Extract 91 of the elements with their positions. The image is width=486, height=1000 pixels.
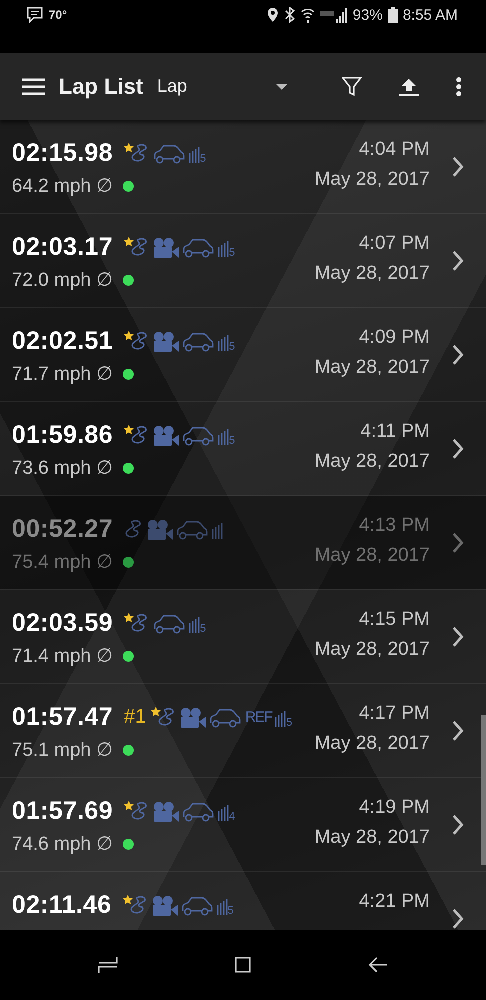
signal-bars-icon	[212, 520, 224, 538]
upload-icon	[399, 78, 420, 96]
chevron-icon	[452, 344, 464, 366]
lap-time: 02:03.59	[12, 609, 114, 638]
chevron-icon	[452, 908, 464, 930]
temperature: 70°	[49, 8, 68, 22]
signal-bars-icon	[218, 238, 230, 256]
car-icon	[153, 613, 186, 634]
average-speed: 72.0 mph ∅	[12, 269, 114, 292]
signal-count: 5	[229, 246, 236, 258]
lap-clock-time: 4:07 PM	[359, 233, 430, 255]
lap-clock-time: 4:09 PM	[359, 327, 430, 349]
signal-count: 5	[228, 904, 234, 916]
chevron-icon	[452, 626, 464, 648]
signal-bars-icon	[189, 144, 200, 162]
lap-date: May 28, 2017	[314, 639, 430, 661]
lap-date: May 28, 2017	[314, 263, 430, 285]
chevron-icon	[452, 438, 464, 460]
car-icon	[180, 895, 214, 916]
lap-time: 01:57.69	[12, 797, 114, 826]
chevron-icon	[452, 250, 464, 272]
signal-bars-icon	[218, 802, 230, 820]
battery-percent: 93%	[352, 6, 383, 24]
lap-time: 02:02.51	[12, 327, 114, 356]
lap-clock-time: 4:17 PM	[359, 703, 430, 725]
car-icon	[182, 331, 216, 352]
filter-icon	[342, 76, 362, 96]
wifi-icon	[300, 7, 315, 23]
lap-time: 02:03.17	[12, 233, 114, 262]
signal-bars-icon	[275, 708, 286, 726]
signal-count: 5	[229, 340, 236, 352]
car-icon	[182, 237, 216, 258]
rank-label: #1	[124, 706, 146, 729]
lap-date: May 28, 2017	[314, 357, 430, 379]
lap-clock-time: 4:21 PM	[359, 891, 430, 913]
lap-date: May 28, 2017	[314, 169, 430, 191]
signal-bars-icon	[216, 896, 228, 914]
back-icon	[368, 955, 388, 975]
location-icon	[266, 7, 279, 23]
average-speed: 71.7 mph ∅	[12, 363, 114, 386]
lap-date: May 28, 2017	[314, 545, 430, 567]
car-icon	[182, 425, 216, 446]
average-speed: 75.4 mph ∅	[12, 551, 114, 574]
signal-count: 5	[200, 152, 206, 164]
lap-time: 01:57.47	[12, 703, 114, 732]
message-icon	[26, 6, 44, 24]
caret-icon	[276, 84, 288, 90]
average-speed: 73.6 mph ∅	[12, 457, 114, 480]
lap-date: May 28, 2017	[314, 733, 430, 755]
car-icon	[182, 801, 216, 822]
signal-bars-icon	[218, 332, 230, 350]
clock: 8:55 AM	[402, 6, 458, 24]
average-speed: 74.6 mph ∅	[12, 833, 114, 856]
chevron-icon	[452, 156, 464, 178]
signal-bars-icon	[189, 614, 200, 632]
lap-clock-time: 4:04 PM	[359, 139, 430, 161]
cell-signal-icon	[320, 7, 348, 23]
lap-time: 01:59.86	[12, 421, 114, 450]
lap-date: May 28, 2017	[314, 827, 430, 849]
car-icon	[176, 519, 210, 540]
car-icon	[153, 143, 186, 164]
menu-icon	[22, 78, 44, 96]
lap-time: 02:15.98	[12, 139, 114, 168]
recents-icon	[98, 955, 118, 975]
lap-clock-time: 4:11 PM	[360, 421, 430, 443]
lap-time: 00:52.27	[12, 515, 114, 544]
signal-count: 5	[200, 622, 206, 634]
chevron-icon	[452, 814, 464, 836]
average-speed: 75.1 mph ∅	[12, 739, 114, 762]
signal-bars-icon	[218, 426, 230, 444]
lap-clock-time: 4:19 PM	[359, 797, 430, 819]
chevron-icon	[452, 532, 464, 554]
lap-time: 02:11.46	[12, 891, 112, 920]
bluetooth-icon	[284, 7, 296, 23]
lap-dropdown[interactable]: Lap	[157, 64, 292, 108]
signal-count: 4	[229, 810, 236, 822]
lap-date: May 28, 2017	[314, 451, 430, 473]
more-icon	[456, 76, 462, 96]
chevron-icon	[452, 720, 464, 742]
track-icon	[128, 894, 149, 916]
reference-label: REF	[245, 709, 272, 726]
average-speed: 71.4 mph ∅	[12, 645, 114, 668]
home-icon	[232, 955, 253, 975]
car-icon	[209, 707, 242, 728]
signal-count: 5	[229, 434, 236, 446]
lap-clock-time: 4:13 PM	[359, 515, 430, 537]
screen-title: Lap List	[59, 74, 144, 100]
signal-count: 5	[286, 716, 292, 728]
battery-icon	[388, 7, 398, 23]
lap-clock-time: 4:15 PM	[359, 609, 430, 631]
average-speed: 64.2 mph ∅	[12, 175, 114, 198]
